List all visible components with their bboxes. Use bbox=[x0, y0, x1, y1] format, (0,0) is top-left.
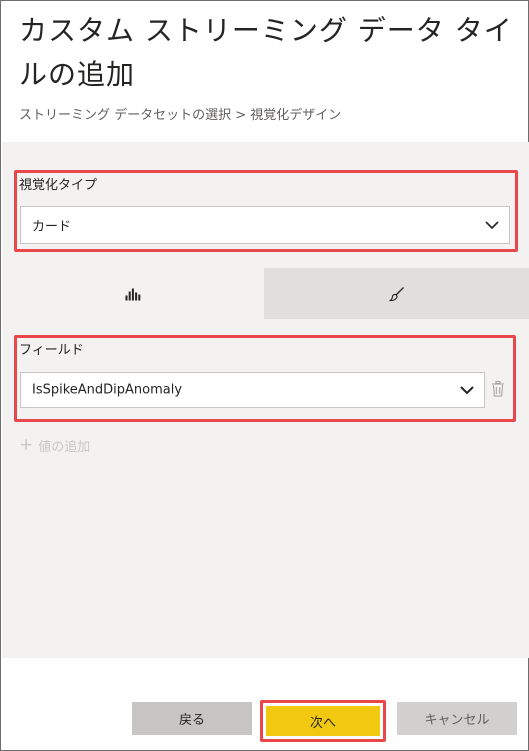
paintbrush-icon bbox=[388, 286, 404, 301]
dialog: カスタム ストリーミング データ タイルの追加 ストリーミング データセットの選… bbox=[0, 0, 529, 751]
fields-label: フィールド bbox=[19, 343, 84, 358]
back-button[interactable]: 戻る bbox=[132, 702, 252, 735]
chevron-down-icon bbox=[485, 221, 499, 230]
dialog-title: カスタム ストリーミング データ タイルの追加 bbox=[19, 14, 513, 91]
field-value: IsSpikeAndDipAnomaly bbox=[32, 382, 183, 398]
next-button[interactable]: 次へ bbox=[266, 706, 380, 736]
field-select[interactable]: IsSpikeAndDipAnomaly bbox=[20, 372, 485, 408]
visualization-type-value: カード bbox=[32, 219, 72, 235]
add-value-label: 値の追加 bbox=[38, 440, 91, 455]
cancel-button[interactable]: キャンセル bbox=[397, 702, 517, 735]
bar-chart-icon bbox=[125, 288, 141, 300]
visualization-type-label: 視覚化タイプ bbox=[19, 178, 98, 193]
plus-icon: + bbox=[19, 435, 34, 455]
breadcrumb: ストリーミング データセットの選択 > 視覚化デザイン bbox=[19, 108, 342, 123]
add-value-button[interactable]: + 値の追加 bbox=[19, 435, 91, 456]
tab-format[interactable] bbox=[264, 268, 529, 319]
delete-field-icon[interactable] bbox=[491, 381, 505, 397]
tab-fields[interactable] bbox=[2, 268, 264, 319]
chevron-down-icon bbox=[460, 386, 474, 395]
visualization-type-select[interactable]: カード bbox=[20, 206, 510, 244]
